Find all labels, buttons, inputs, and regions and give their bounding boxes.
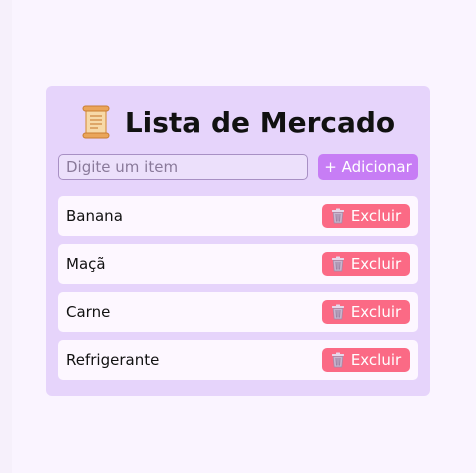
delete-button[interactable]: Excluir	[322, 300, 410, 324]
item-label: Carne	[66, 303, 111, 321]
trash-icon	[331, 352, 345, 368]
delete-button[interactable]: Excluir	[322, 204, 410, 228]
page-title: Lista de Mercado	[124, 105, 396, 139]
add-item-form: + Adicionar	[58, 154, 418, 180]
list-item: Carne Excluir	[58, 292, 418, 332]
add-button[interactable]: + Adicionar	[318, 154, 418, 180]
item-input[interactable]	[58, 154, 308, 180]
item-label: Refrigerante	[66, 351, 160, 369]
delete-label: Excluir	[350, 207, 402, 225]
item-label: Banana	[66, 207, 123, 225]
delete-button[interactable]: Excluir	[322, 252, 410, 276]
trash-icon	[331, 208, 345, 224]
item-label: Maçã	[66, 255, 106, 273]
delete-button[interactable]: Excluir	[322, 348, 410, 372]
header: Lista de Mercado	[46, 100, 430, 144]
trash-icon	[331, 304, 345, 320]
trash-icon	[331, 256, 345, 272]
delete-label: Excluir	[350, 303, 402, 321]
delete-label: Excluir	[350, 255, 402, 273]
scroll-icon	[81, 105, 111, 139]
shopping-list-card: Lista de Mercado + Adicionar Banana	[46, 86, 430, 396]
item-list: Banana Excluir Maçã Excluir Carne Exclui…	[58, 196, 418, 388]
list-item: Refrigerante Excluir	[58, 340, 418, 380]
list-item: Banana Excluir	[58, 196, 418, 236]
page-edge	[0, 0, 12, 473]
list-item: Maçã Excluir	[58, 244, 418, 284]
delete-label: Excluir	[350, 351, 402, 369]
